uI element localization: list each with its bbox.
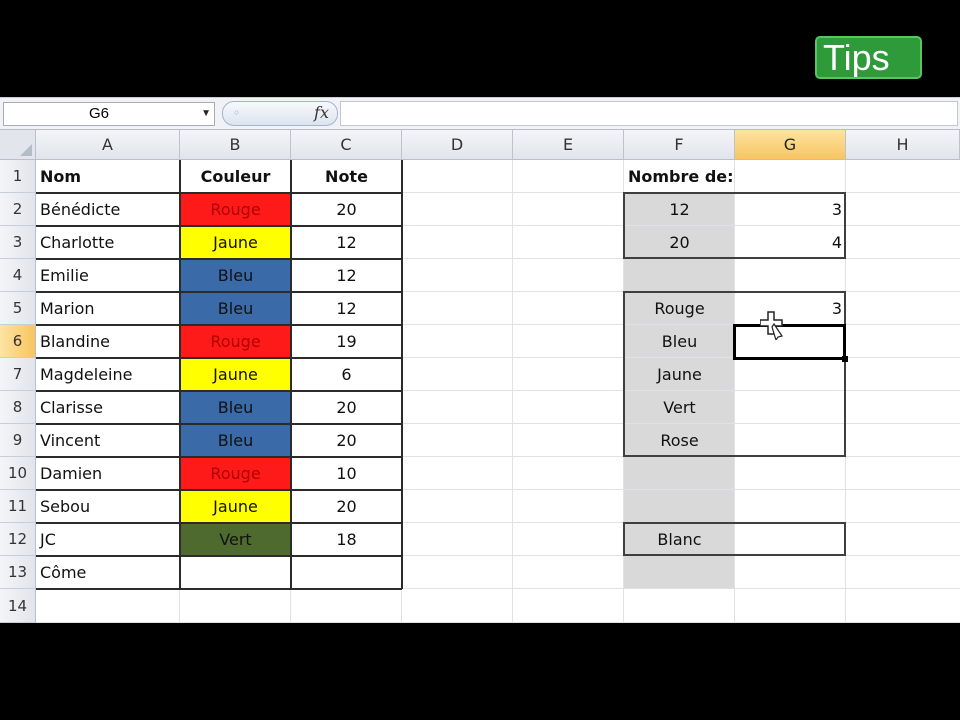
cross-cursor-icon (760, 311, 783, 340)
table-border-h (36, 258, 402, 260)
cell-nom[interactable]: JC (36, 523, 180, 556)
cell-nom[interactable]: Sebou (36, 490, 180, 523)
cell-nom[interactable]: Côme (36, 556, 180, 589)
cell-couleur[interactable]: Bleu (180, 391, 291, 424)
spreadsheet-grid[interactable]: A B C D E F G H 1 2 3 4 5 6 7 8 9 10 11 12 13 14 Nom Couleur Not… (0, 130, 960, 623)
summary-extra-box (623, 522, 846, 556)
cell-nom[interactable]: Bénédicte (36, 193, 180, 226)
cell-couleur[interactable]: Bleu (180, 292, 291, 325)
column-header-a[interactable]: A (36, 130, 180, 160)
tips-badge: Tips (815, 36, 922, 79)
table-border-h (36, 357, 402, 359)
table-border-h (36, 291, 402, 293)
cell-nom[interactable]: Blandine (36, 325, 180, 358)
table-border-h (36, 555, 402, 557)
cell-nom[interactable]: Charlotte (36, 226, 180, 259)
cell-couleur[interactable] (180, 556, 291, 589)
column-header-e[interactable]: E (513, 130, 624, 160)
column-header-b[interactable]: B (180, 130, 291, 160)
table-border-h (36, 324, 402, 326)
name-box[interactable]: G6 ▼ (3, 102, 215, 126)
row-header-4[interactable]: 4 (0, 259, 36, 292)
cell-note[interactable]: 18 (291, 523, 402, 556)
cell-note[interactable]: 20 (291, 424, 402, 457)
table-border-h (36, 588, 402, 590)
column-header-g[interactable]: G (735, 130, 846, 160)
cell-note[interactable] (291, 556, 402, 589)
cell-nom[interactable]: Magdeleine (36, 358, 180, 391)
active-cell-g6[interactable] (733, 324, 848, 362)
column-header-c[interactable]: C (291, 130, 402, 160)
row-header-5[interactable]: 5 (0, 292, 36, 325)
summary-colors-box (623, 291, 846, 457)
header-note[interactable]: Note (291, 160, 402, 193)
table-border-h (36, 192, 402, 194)
formula-bar: G6 ▼ ◦ fx (0, 97, 960, 130)
cell-nom[interactable]: Emilie (36, 259, 180, 292)
row-header-12[interactable]: 12 (0, 523, 36, 556)
column-header-d[interactable]: D (402, 130, 513, 160)
chevron-down-icon[interactable]: ▼ (201, 103, 211, 125)
cell-couleur[interactable]: Bleu (180, 259, 291, 292)
cell-nom[interactable]: Vincent (36, 424, 180, 457)
table-border-h (36, 489, 402, 491)
row-header-1[interactable]: 1 (0, 160, 36, 193)
resize-handle-icon[interactable]: ◦ (233, 106, 240, 120)
row-header-8[interactable]: 8 (0, 391, 36, 424)
cell-couleur[interactable]: Jaune (180, 358, 291, 391)
row-header-11[interactable]: 11 (0, 490, 36, 523)
summary-notes-box (623, 192, 846, 259)
column-header-h[interactable]: H (846, 130, 960, 160)
gridline-v (512, 160, 513, 623)
tips-badge-label: Tips (823, 37, 890, 78)
header-nom[interactable]: Nom (36, 160, 180, 193)
cell-couleur[interactable]: Rouge (180, 457, 291, 490)
cell-note[interactable]: 12 (291, 226, 402, 259)
name-box-value: G6 (89, 105, 110, 122)
cell-note[interactable]: 19 (291, 325, 402, 358)
table-border-h (36, 456, 402, 458)
cell-nom[interactable]: Marion (36, 292, 180, 325)
cell-note[interactable]: 20 (291, 391, 402, 424)
row-header-13[interactable]: 13 (0, 556, 36, 589)
cell-note[interactable]: 10 (291, 457, 402, 490)
row-header-2[interactable]: 2 (0, 193, 36, 226)
function-controls: ◦ fx (222, 101, 338, 126)
table-border-h (36, 225, 402, 227)
cell-couleur[interactable]: Rouge (180, 193, 291, 226)
cell-note[interactable]: 20 (291, 490, 402, 523)
row-header-3[interactable]: 3 (0, 226, 36, 259)
header-couleur[interactable]: Couleur (180, 160, 291, 193)
column-header-f[interactable]: F (624, 130, 735, 160)
formula-input[interactable] (340, 101, 958, 126)
gridline-h (36, 622, 960, 623)
row-header-10[interactable]: 10 (0, 457, 36, 490)
row-header-6[interactable]: 6 (0, 325, 36, 358)
row-header-7[interactable]: 7 (0, 358, 36, 391)
cell-nom[interactable]: Clarisse (36, 391, 180, 424)
cell-note[interactable]: 12 (291, 292, 402, 325)
cell-note[interactable]: 20 (291, 193, 402, 226)
table-border-h (36, 423, 402, 425)
cell-note[interactable]: 12 (291, 259, 402, 292)
table-border-h (36, 390, 402, 392)
cell-couleur[interactable]: Vert (180, 523, 291, 556)
cell-couleur[interactable]: Rouge (180, 325, 291, 358)
cell-couleur[interactable]: Jaune (180, 226, 291, 259)
cell-couleur[interactable]: Jaune (180, 490, 291, 523)
select-all-button[interactable] (0, 130, 36, 160)
table-border-h (36, 522, 402, 524)
cell-note[interactable]: 6 (291, 358, 402, 391)
row-header-14[interactable]: 14 (0, 589, 36, 623)
insert-function-icon[interactable]: fx (314, 103, 329, 122)
row-header-9[interactable]: 9 (0, 424, 36, 457)
cell-nom[interactable]: Damien (36, 457, 180, 490)
summary-title[interactable]: Nombre de: (624, 160, 764, 193)
cell-couleur[interactable]: Bleu (180, 424, 291, 457)
